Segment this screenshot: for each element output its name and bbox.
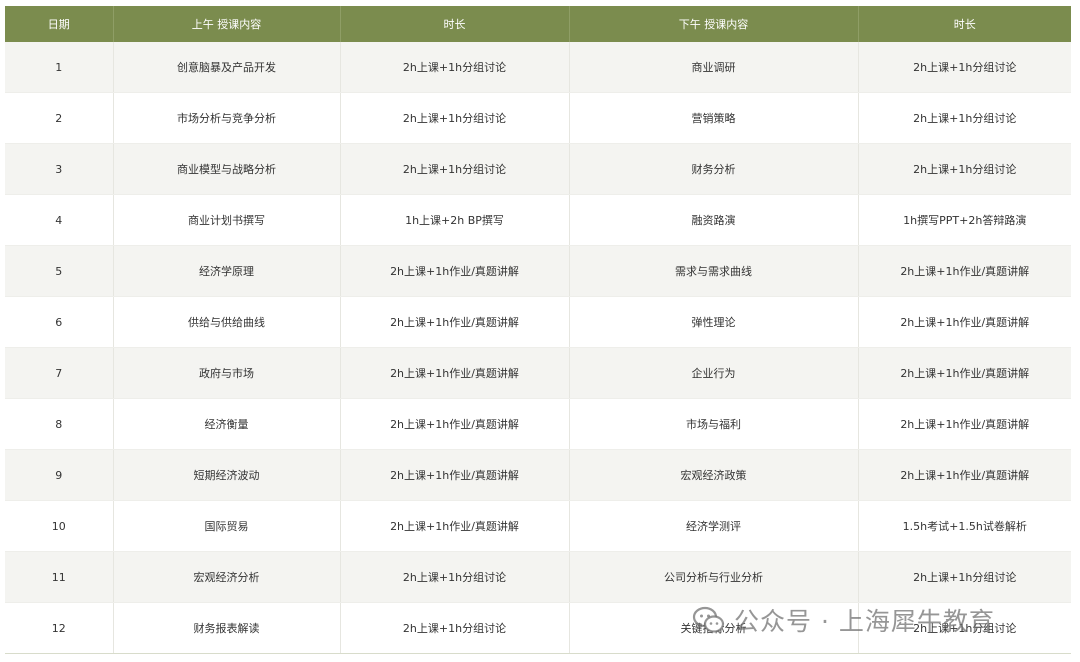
header-am-content: 上午 授课内容 [113,6,341,42]
cell-am-duration: 2h上课+1h作业/真题讲解 [340,347,570,399]
cell-pm-content: 企业行为 [569,347,859,399]
cell-pm-content: 关键指标分析 [569,602,859,654]
cell-pm-content: 融资路演 [569,194,859,246]
cell-day: 9 [5,449,114,501]
cell-day: 5 [5,245,114,297]
cell-day: 7 [5,347,114,399]
cell-am-duration: 2h上课+1h分组讨论 [340,92,570,144]
table-row: 7 政府与市场 2h上课+1h作业/真题讲解 企业行为 2h上课+1h作业/真题… [5,347,1071,399]
cell-day: 11 [5,551,114,603]
cell-am-content: 经济学原理 [113,245,341,297]
cell-day: 3 [5,143,114,195]
cell-am-content: 宏观经济分析 [113,551,341,603]
table-row: 5 经济学原理 2h上课+1h作业/真题讲解 需求与需求曲线 2h上课+1h作业… [5,245,1071,297]
header-am-duration: 时长 [340,6,570,42]
cell-pm-duration: 2h上课+1h分组讨论 [858,143,1071,195]
cell-pm-duration: 2h上课+1h分组讨论 [858,42,1071,93]
cell-pm-content: 商业调研 [569,42,859,93]
table-row: 6 供给与供给曲线 2h上课+1h作业/真题讲解 弹性理论 2h上课+1h作业/… [5,296,1071,348]
cell-am-content: 经济衡量 [113,398,341,450]
table-row: 3 商业模型与战略分析 2h上课+1h分组讨论 财务分析 2h上课+1h分组讨论 [5,143,1071,195]
cell-pm-content: 宏观经济政策 [569,449,859,501]
cell-am-content: 国际贸易 [113,500,341,552]
cell-pm-duration: 2h上课+1h作业/真题讲解 [858,449,1071,501]
cell-pm-duration: 1.5h考试+1.5h试卷解析 [858,500,1071,552]
cell-day: 12 [5,602,114,654]
cell-am-duration: 2h上课+1h作业/真题讲解 [340,398,570,450]
table-row: 12 财务报表解读 2h上课+1h分组讨论 关键指标分析 2h上课+1h分组讨论 [5,602,1071,654]
cell-day: 2 [5,92,114,144]
cell-am-duration: 2h上课+1h作业/真题讲解 [340,245,570,297]
cell-am-duration: 2h上课+1h分组讨论 [340,602,570,654]
cell-pm-duration: 2h上课+1h作业/真题讲解 [858,296,1071,348]
cell-am-content: 政府与市场 [113,347,341,399]
cell-am-duration: 2h上课+1h作业/真题讲解 [340,449,570,501]
cell-day: 4 [5,194,114,246]
cell-pm-duration: 2h上课+1h作业/真题讲解 [858,245,1071,297]
table-row: 10 国际贸易 2h上课+1h作业/真题讲解 经济学测评 1.5h考试+1.5h… [5,500,1071,552]
cell-day: 6 [5,296,114,348]
cell-am-duration: 2h上课+1h分组讨论 [340,143,570,195]
cell-pm-content: 财务分析 [569,143,859,195]
cell-am-content: 供给与供给曲线 [113,296,341,348]
cell-am-duration: 2h上课+1h分组讨论 [340,42,570,93]
cell-am-duration: 2h上课+1h作业/真题讲解 [340,500,570,552]
cell-pm-content: 需求与需求曲线 [569,245,859,297]
table-row: 1 创意脑暴及产品开发 2h上课+1h分组讨论 商业调研 2h上课+1h分组讨论 [5,42,1071,93]
cell-am-content: 商业模型与战略分析 [113,143,341,195]
cell-pm-content: 营销策略 [569,92,859,144]
cell-am-content: 创意脑暴及产品开发 [113,42,341,93]
table-row: 9 短期经济波动 2h上课+1h作业/真题讲解 宏观经济政策 2h上课+1h作业… [5,449,1071,501]
cell-am-content: 财务报表解读 [113,602,341,654]
cell-pm-content: 弹性理论 [569,296,859,348]
course-schedule-table: 日期 上午 授课内容 时长 下午 授课内容 时长 1 创意脑暴及产品开发 2h上… [5,6,1071,654]
cell-pm-duration: 2h上课+1h作业/真题讲解 [858,347,1071,399]
table-row: 8 经济衡量 2h上课+1h作业/真题讲解 市场与福利 2h上课+1h作业/真题… [5,398,1071,450]
cell-day: 8 [5,398,114,450]
cell-day: 1 [5,42,114,93]
header-pm-content: 下午 授课内容 [569,6,859,42]
table-row: 2 市场分析与竞争分析 2h上课+1h分组讨论 营销策略 2h上课+1h分组讨论 [5,92,1071,144]
cell-pm-duration: 2h上课+1h作业/真题讲解 [858,398,1071,450]
cell-pm-content: 市场与福利 [569,398,859,450]
header-date: 日期 [5,6,114,42]
table-header-row: 日期 上午 授课内容 时长 下午 授课内容 时长 [5,6,1071,42]
table-row: 11 宏观经济分析 2h上课+1h分组讨论 公司分析与行业分析 2h上课+1h分… [5,551,1071,603]
cell-am-content: 市场分析与竞争分析 [113,92,341,144]
cell-am-duration: 2h上课+1h分组讨论 [340,551,570,603]
header-pm-duration: 时长 [858,6,1071,42]
cell-pm-content: 公司分析与行业分析 [569,551,859,603]
cell-am-content: 短期经济波动 [113,449,341,501]
table-row: 4 商业计划书撰写 1h上课+2h BP撰写 融资路演 1h撰写PPT+2h答辩… [5,194,1071,246]
cell-pm-content: 经济学测评 [569,500,859,552]
cell-pm-duration: 2h上课+1h分组讨论 [858,92,1071,144]
cell-day: 10 [5,500,114,552]
cell-am-duration: 2h上课+1h作业/真题讲解 [340,296,570,348]
cell-pm-duration: 1h撰写PPT+2h答辩路演 [858,194,1071,246]
cell-pm-duration: 2h上课+1h分组讨论 [858,602,1071,654]
cell-am-content: 商业计划书撰写 [113,194,341,246]
cell-am-duration: 1h上课+2h BP撰写 [340,194,570,246]
cell-pm-duration: 2h上课+1h分组讨论 [858,551,1071,603]
